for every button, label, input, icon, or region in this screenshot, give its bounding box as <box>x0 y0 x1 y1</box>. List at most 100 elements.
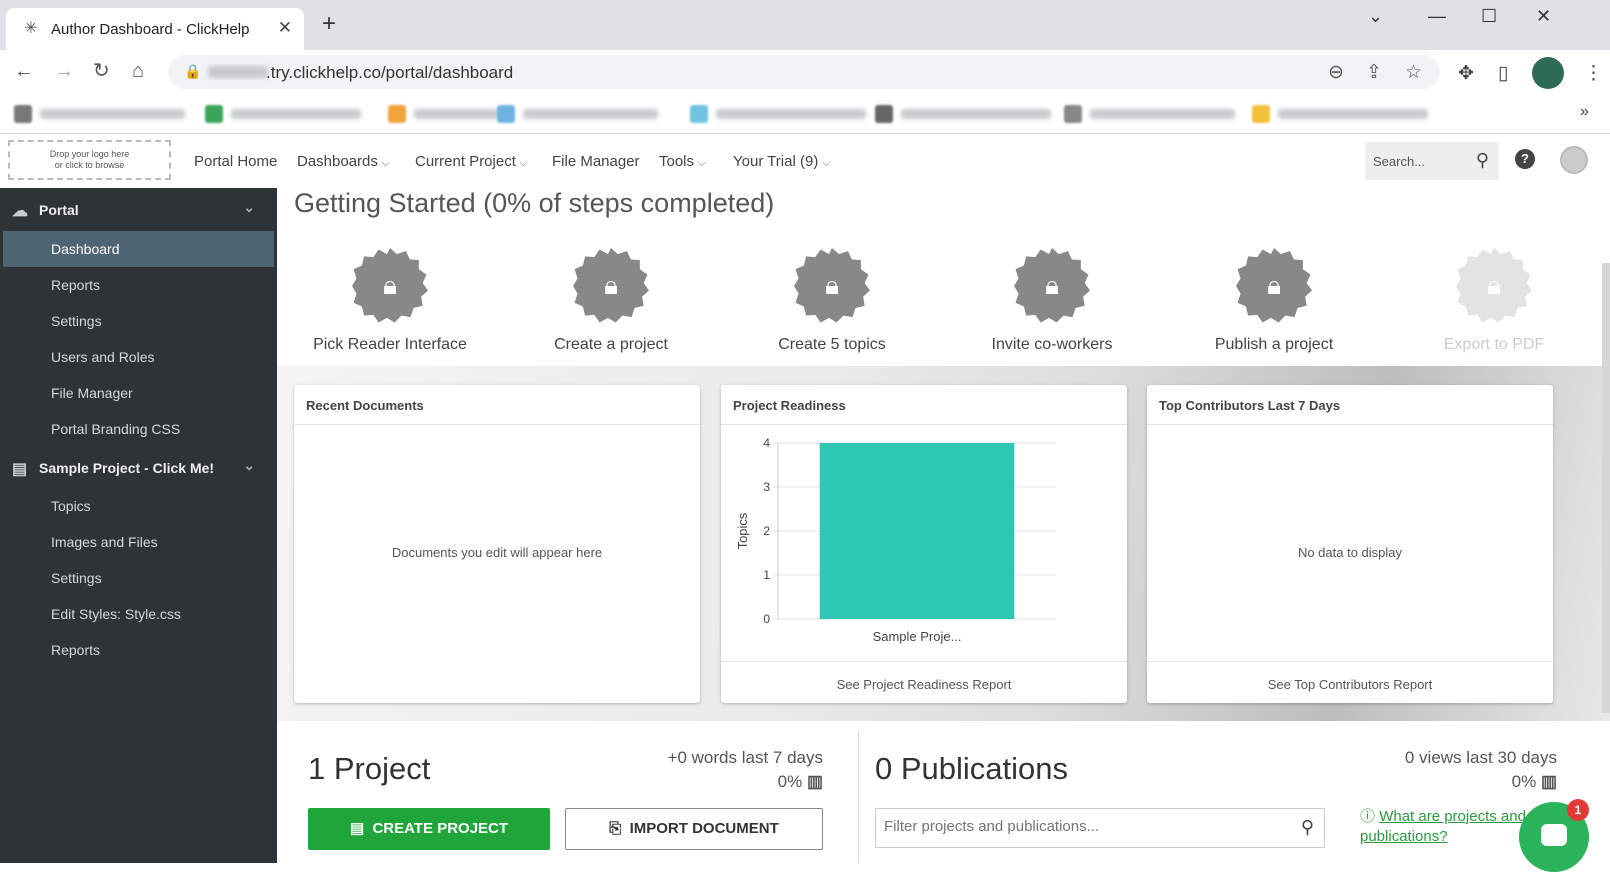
bar-chart-icon[interactable]: ▥ <box>1541 772 1557 791</box>
bookmark[interactable] <box>14 104 185 124</box>
link-text: What are projects and publications? <box>1360 808 1526 845</box>
sidebar-item-edit-styles[interactable]: Edit Styles: Style.css <box>0 596 277 632</box>
profile-avatar[interactable] <box>1532 57 1564 89</box>
step-label: Invite co-workers <box>991 336 1113 353</box>
logo-dropzone[interactable]: Drop your logo here or click to browse <box>8 140 171 180</box>
bookmark[interactable] <box>875 104 1051 124</box>
card-title: Top Contributors Last 7 Days <box>1147 385 1553 425</box>
y-tick-label: 0 <box>763 612 770 626</box>
document-icon: ▤ <box>349 820 365 837</box>
sidebar-item-images-files[interactable]: Images and Files <box>0 524 277 560</box>
cloud-icon: ☁ <box>12 203 28 220</box>
sidebar-item-dashboard[interactable]: Dashboard <box>3 231 274 267</box>
side-panel-icon[interactable]: ▯ <box>1498 62 1508 85</box>
chevron-down-icon[interactable]: ⌄ <box>243 457 255 474</box>
y-tick-label: 3 <box>763 480 770 494</box>
sidebar-item-users-roles[interactable]: Users and Roles <box>0 339 277 375</box>
bookmark[interactable] <box>388 104 499 124</box>
tab-close-icon[interactable]: ✕ <box>278 18 292 38</box>
chevron-down-icon: ⌵ <box>822 158 830 169</box>
browser-tab-bar: ✳ Author Dashboard - ClickHelp ✕ + ⌄ — ☐… <box>0 0 1610 50</box>
search-icon[interactable]: ⚲ <box>1301 817 1314 838</box>
bar-chart-icon[interactable]: ▥ <box>807 772 823 791</box>
more-bookmarks-icon[interactable]: » <box>1580 103 1589 121</box>
step-label: Create 5 topics <box>778 336 886 353</box>
button-label: IMPORT DOCUMENT <box>629 820 779 837</box>
sidebar-item-project-settings[interactable]: Settings <box>0 560 277 596</box>
help-icon[interactable]: ? <box>1515 149 1535 169</box>
sidebar-item-label: Topics <box>51 498 91 514</box>
sidebar-item-branding-css[interactable]: Portal Branding CSS <box>0 411 277 447</box>
menu-icon[interactable]: ⋮ <box>1584 62 1603 85</box>
contributors-report-link[interactable]: See Top Contributors Report <box>1147 661 1553 703</box>
sidebar-item-reports[interactable]: Reports <box>0 267 277 303</box>
projects-words-stat: +0 words last 7 days <box>667 748 823 767</box>
sidebar-item-settings[interactable]: Settings <box>0 303 277 339</box>
nav-current-project[interactable]: Current Project ⌵ <box>415 153 527 170</box>
pct-value: 0% <box>777 772 803 791</box>
y-tick-label: 1 <box>763 568 770 582</box>
section-label: Portal <box>39 202 79 218</box>
create-project-button[interactable]: ▤ CREATE PROJECT <box>308 808 550 850</box>
bookmark[interactable] <box>1252 104 1428 124</box>
nav-portal-home[interactable]: Portal Home <box>194 153 277 170</box>
nav-your-trial[interactable]: Your Trial (9) ⌵ <box>733 153 830 170</box>
address-bar[interactable]: 🔒 .try.clickhelp.co/portal/dashboard ⊖ ⇪… <box>168 55 1440 89</box>
step-pick-reader-interface[interactable]: 🔒︎ Pick Reader Interface <box>290 248 490 354</box>
chat-notification-badge: 1 <box>1567 799 1589 821</box>
lock-icon: 🔒︎ <box>825 270 839 300</box>
new-tab-icon[interactable]: + <box>322 12 336 36</box>
book-icon: ▤ <box>12 461 28 478</box>
bookmark[interactable] <box>1064 104 1235 124</box>
step-badge: 🔒︎ <box>1236 248 1312 324</box>
lock-icon: 🔒︎ <box>604 270 618 300</box>
search-icon[interactable]: ⚲ <box>1476 150 1489 171</box>
minimize-icon[interactable]: — <box>1428 6 1446 27</box>
filter-field[interactable] <box>884 818 1264 835</box>
maximize-icon[interactable]: ☐ <box>1481 6 1497 27</box>
nav-tools[interactable]: Tools ⌵ <box>659 153 706 170</box>
step-invite-coworkers[interactable]: 🔒︎ Invite co-workers <box>952 248 1152 354</box>
chevron-down-icon[interactable]: ⌄ <box>1368 6 1383 27</box>
bookmark[interactable] <box>690 104 866 124</box>
import-document-button[interactable]: ⎘ IMPORT DOCUMENT <box>565 808 823 850</box>
readiness-report-link[interactable]: See Project Readiness Report <box>721 661 1127 703</box>
nav-dashboards[interactable]: Dashboards ⌵ <box>297 153 389 170</box>
user-avatar[interactable] <box>1560 146 1588 174</box>
lock-icon: 🔒︎ <box>1487 270 1501 300</box>
step-publish-project[interactable]: 🔒︎ Publish a project <box>1174 248 1374 354</box>
step-create-project[interactable]: 🔒︎ Create a project <box>511 248 711 354</box>
zoom-icon[interactable]: ⊖ <box>1328 61 1344 84</box>
x-tick-label: Sample Proje... <box>873 629 962 644</box>
publications-views-stat: 0 views last 30 days <box>1404 748 1557 767</box>
sidebar-item-project-reports[interactable]: Reports <box>0 632 277 668</box>
sidebar-section-portal[interactable]: ☁ Portal ⌄ <box>0 192 277 228</box>
sidebar-section-project[interactable]: ▤ Sample Project - Click Me! ⌄ <box>0 450 277 486</box>
step-create-topics[interactable]: 🔒︎ Create 5 topics <box>732 248 932 354</box>
reload-icon[interactable]: ↻ <box>93 60 110 82</box>
publications-pct: 0% ▥ <box>1307 772 1557 792</box>
main-content: Getting Started (0% of steps completed) … <box>277 188 1610 872</box>
chevron-down-icon[interactable]: ⌄ <box>243 199 255 216</box>
close-icon[interactable]: ✕ <box>1536 6 1551 27</box>
nav-label: Current Project <box>415 153 516 170</box>
forward-icon[interactable]: → <box>54 60 74 82</box>
share-icon[interactable]: ⇪ <box>1366 61 1382 84</box>
step-export-pdf: 🔒︎ Export to PDF <box>1394 248 1594 354</box>
scrollbar[interactable] <box>1602 263 1610 713</box>
sidebar-item-file-manager[interactable]: File Manager <box>0 375 277 411</box>
bookmark[interactable] <box>205 104 361 124</box>
search-input[interactable]: Search... ⚲ <box>1365 142 1499 180</box>
back-icon[interactable]: ← <box>14 60 34 82</box>
nav-label: File Manager <box>552 153 640 170</box>
extensions-icon[interactable]: ✥ <box>1458 62 1474 85</box>
sidebar-item-topics[interactable]: Topics <box>0 488 277 524</box>
chat-widget-button[interactable]: 1 <box>1519 799 1589 872</box>
bookmark[interactable] <box>497 104 658 124</box>
browser-tab[interactable]: ✳ Author Dashboard - ClickHelp ✕ <box>6 8 304 50</box>
nav-file-manager[interactable]: File Manager <box>552 153 640 170</box>
filter-input[interactable]: ⚲ <box>875 808 1325 848</box>
lock-icon: 🔒︎ <box>383 270 397 300</box>
home-icon[interactable]: ⌂ <box>132 60 144 82</box>
bookmark-star-icon[interactable]: ☆ <box>1405 61 1422 84</box>
